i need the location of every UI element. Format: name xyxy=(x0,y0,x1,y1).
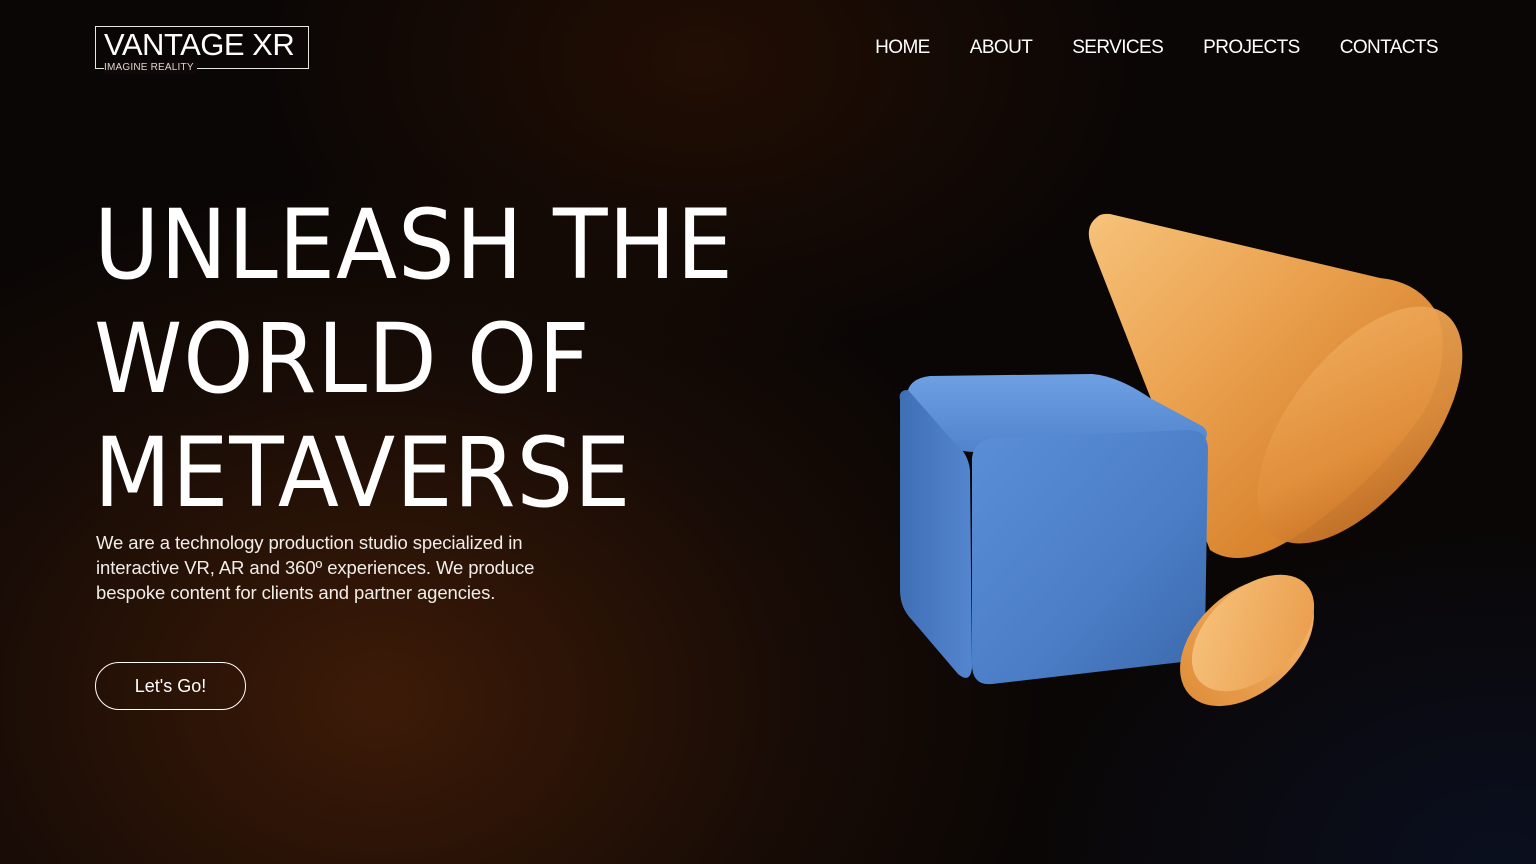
logo-title: VANTAGE XR xyxy=(104,27,295,62)
nav-services[interactable]: SERVICES xyxy=(1072,36,1164,60)
hero-title-line-1: UNLEASH THE xyxy=(94,189,734,301)
hero-3d-shapes-illustration xyxy=(899,213,1463,707)
hero-title-line-3: METAVERSE xyxy=(94,417,632,529)
nav-home[interactable]: HOME xyxy=(875,36,930,60)
hero-description: We are a technology production studio sp… xyxy=(96,532,535,603)
logo[interactable]: VANTAGE XR IMAGINE REALITY xyxy=(95,26,309,74)
hero-title: UNLEASH THE WORLD OF METAVERSE xyxy=(94,188,734,530)
hero-title-line-2: WORLD OF xyxy=(94,303,591,415)
cube-shape xyxy=(899,374,1208,685)
logo-tagline: IMAGINE REALITY xyxy=(104,62,197,74)
nav-contacts[interactable]: CONTACTS xyxy=(1340,36,1439,60)
nav-projects[interactable]: PROJECTS xyxy=(1203,36,1300,60)
main-nav: HOME ABOUT SERVICES PROJECTS CONTACTS xyxy=(875,36,1438,60)
nav-about[interactable]: ABOUT xyxy=(970,36,1033,60)
lets-go-button[interactable]: Let's Go! xyxy=(95,662,246,710)
